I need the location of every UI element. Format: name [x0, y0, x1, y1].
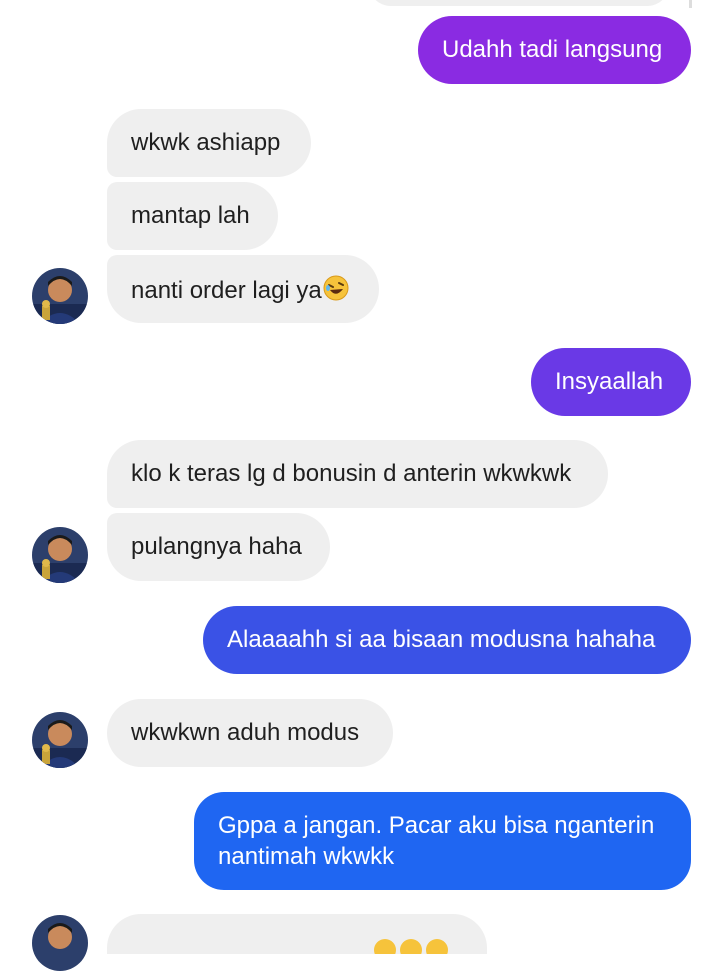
incoming-message-bubble[interactable]: pulangnya haha — [107, 513, 330, 581]
message-text: wkwkwn aduh modus — [131, 719, 360, 746]
outgoing-message-bubble[interactable]: Udahh tadi langsung — [418, 16, 691, 84]
smiley-emoji-icon — [373, 934, 453, 954]
scrollbar[interactable] — [689, 0, 692, 8]
message-text: wkwk ashiapp — [131, 129, 281, 156]
message-text: klo k teras lg d bonusin d anterin wkwkw… — [131, 460, 572, 487]
incoming-message-bubble[interactable]: wkwk ashiapp — [107, 109, 311, 177]
rolling-on-floor-laughing-emoji-icon — [322, 274, 350, 310]
contact-avatar[interactable] — [32, 915, 88, 971]
message-text: Insyaallah — [555, 368, 664, 395]
incoming-message-bubble[interactable]: klo k teras lg d bonusin d anterin wkwkw… — [107, 440, 608, 508]
incoming-message-bubble[interactable]: nanti order lagi ya — [107, 255, 379, 323]
incoming-message-bubble[interactable]: wkwkwn aduh modus — [107, 699, 393, 767]
outgoing-message-bubble[interactable]: Insyaallah — [531, 348, 691, 416]
outgoing-message-bubble[interactable]: Gppa a jangan. Pacar aku bisa nganterin … — [194, 792, 691, 890]
message-text-line-2: nantimah wkwkk — [218, 843, 395, 870]
message-text: nanti order lagi ya — [131, 277, 322, 304]
message-text: Alaaaahh si aa bisaan modusna hahaha — [227, 626, 656, 653]
message-text: Udahh tadi langsung — [442, 36, 663, 63]
contact-avatar[interactable] — [32, 268, 88, 324]
partial-message-bubble[interactable] — [368, 0, 670, 6]
message-text-line-1: Gppa a jangan. Pacar aku bisa nganterin — [218, 812, 655, 839]
outgoing-message-bubble[interactable]: Alaaaahh si aa bisaan modusna hahaha — [203, 606, 691, 674]
incoming-message-bubble[interactable]: mantap lah — [107, 182, 278, 250]
chat-thread: Udahh tadi langsung wkwk ashiapp mantap … — [0, 0, 704, 971]
message-text: mantap lah — [131, 202, 250, 229]
contact-avatar[interactable] — [32, 712, 88, 768]
message-text: pulangnya haha — [131, 533, 302, 560]
contact-avatar[interactable] — [32, 527, 88, 583]
partial-incoming-message-bubble[interactable] — [107, 914, 487, 954]
